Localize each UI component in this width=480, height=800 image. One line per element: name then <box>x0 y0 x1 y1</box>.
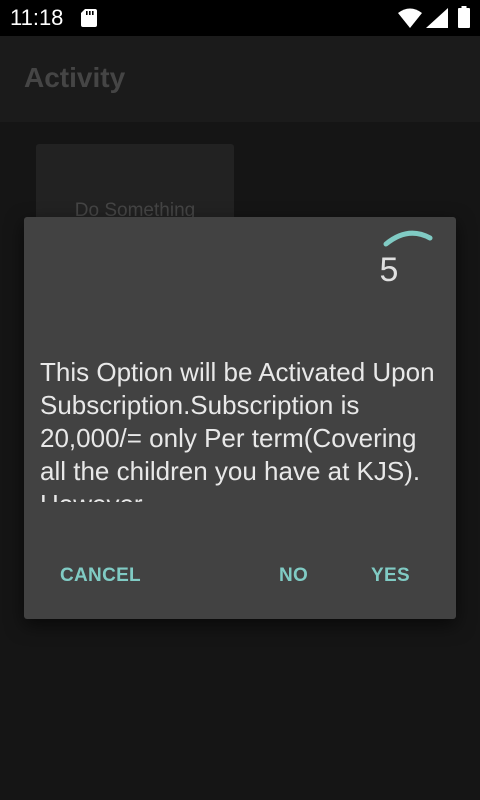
yes-button[interactable]: YES <box>371 565 410 587</box>
dialog-actions: CANCEL NO YES <box>24 557 456 597</box>
wifi-icon <box>398 8 422 28</box>
screen: 11:18 Activity Do Something 5 This Optio… <box>0 0 480 800</box>
confirmation-dialog: 5 This Option will be Activated Upon Sub… <box>24 217 456 619</box>
no-button[interactable]: NO <box>279 565 308 587</box>
status-bar: 11:18 <box>0 0 480 36</box>
dialog-message-scroll[interactable]: This Option will be Activated Upon Subsc… <box>40 356 440 502</box>
cancel-button[interactable]: CANCEL <box>60 565 141 587</box>
status-time: 11:18 <box>10 5 64 30</box>
battery-icon <box>458 6 470 28</box>
countdown-number: 5 <box>379 251 399 289</box>
dialog-message: This Option will be Activated Upon Subsc… <box>40 357 435 502</box>
countdown-progress-icon <box>383 230 433 247</box>
signal-icon <box>426 8 448 28</box>
sd-card-icon <box>81 9 97 27</box>
